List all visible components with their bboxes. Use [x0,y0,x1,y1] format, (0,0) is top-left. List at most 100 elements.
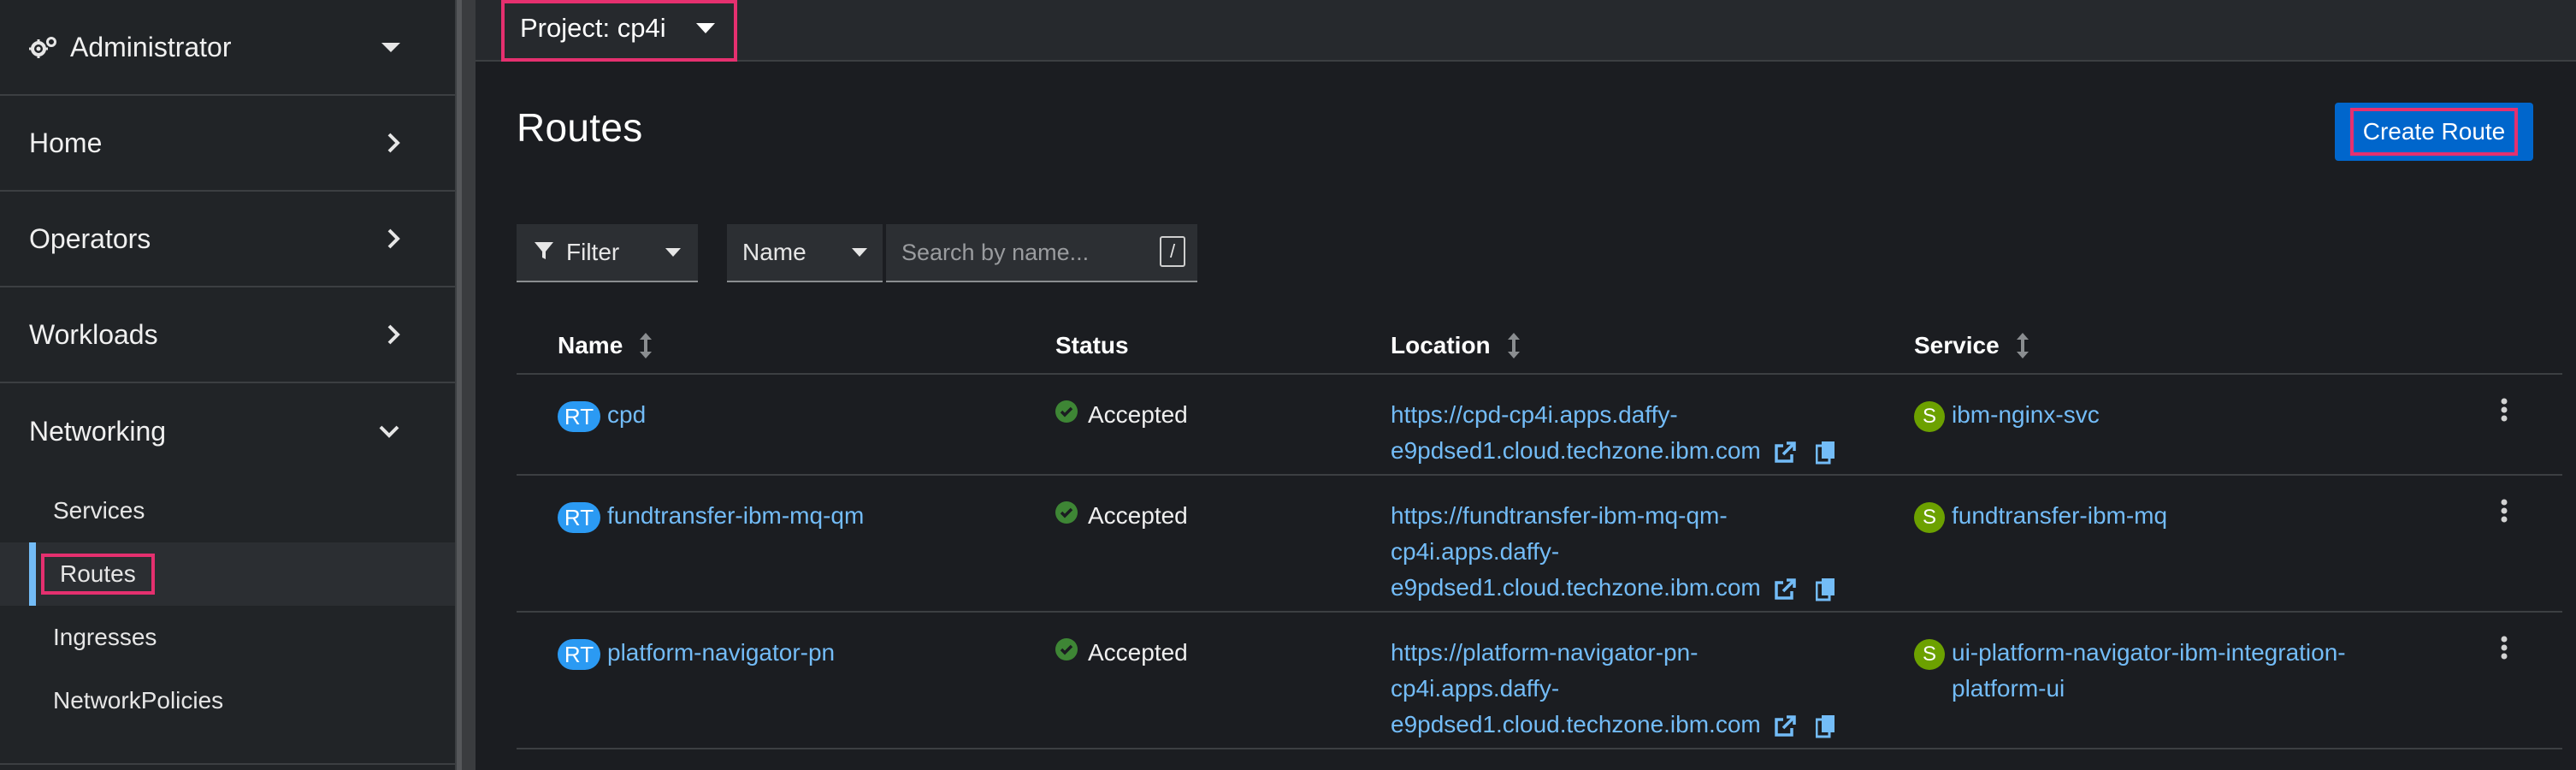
column-header-status: Status [1055,332,1129,359]
perspective-label: Administrator [70,31,232,62]
sidebar-item-label: Ingresses [53,624,157,650]
copy-icon[interactable] [1815,714,1836,738]
search-box: / [886,224,1197,282]
routes-table: Name Status Location Service RT cpd Acce… [517,318,2562,749]
console-app: Administrator Home Operators Workloads N… [0,0,2576,770]
status-text: Accepted [1088,502,1188,529]
nav-section-workloads[interactable]: Workloads [0,287,455,383]
row-actions-kebab[interactable] [2501,498,2508,524]
main-content: Project: cp4i Routes Create Route Filter… [476,0,2576,770]
project-selector[interactable]: Project: cp4i [501,0,737,62]
filter-icon [534,240,554,265]
sidebar-item-services[interactable]: Services [0,479,455,542]
column-label: Status [1055,332,1129,358]
service-badge: S [1914,501,1945,533]
service-cell: Sfundtransfer-ibm-mq [1914,498,2167,534]
nav-section-operators[interactable]: Operators [0,192,455,287]
location-link[interactable]: https://cpd-cp4i.apps.daffy- [1391,397,1836,433]
location-link[interactable]: https://platform-navigator-pn- [1391,635,1836,671]
table-header: Name Status Location Service [517,318,2562,375]
table-row: RT cpd Accepted https://cpd-cp4i.apps.daf… [517,375,2562,476]
external-link-icon[interactable] [1773,441,1797,465]
column-header-service[interactable]: Service [1914,332,2029,359]
column-header-name[interactable]: Name [558,332,653,359]
location-cell: https://platform-navigator-pn- cp4i.apps… [1391,635,1836,743]
sort-icon [2016,333,2029,358]
chevron-right-icon [387,323,400,346]
copy-icon[interactable] [1815,441,1836,465]
location-link[interactable]: e9pdsed1.cloud.techzone.ibm.com [1391,711,1761,737]
column-header-location[interactable]: Location [1391,332,1520,359]
sidebar-item-label: Routes [41,554,155,595]
status-cell: Accepted [1055,397,1188,433]
sidebar-item-networkpolicies[interactable]: NetworkPolicies [0,669,455,732]
route-badge: RT [558,638,600,670]
sidebar-item-label: Services [53,497,145,524]
filter-toolbar: Filter Name / [517,224,1197,282]
check-circle-icon [1055,635,1078,671]
location-cell: https://cpd-cp4i.apps.daffy- e9pdsed1.cl… [1391,397,1836,469]
sidebar-item-ingresses[interactable]: Ingresses [0,606,455,669]
copy-icon[interactable] [1815,578,1836,601]
sidebar-item-label: NetworkPolicies [53,687,224,714]
external-link-icon[interactable] [1773,578,1797,601]
nav-label-operators: Operators [29,222,151,254]
sort-icon [640,333,653,358]
cogs-icon [29,35,58,59]
create-route-button[interactable]: Create Route [2350,108,2518,156]
sort-icon [1507,333,1520,358]
nav-label-workloads: Workloads [29,318,158,350]
service-link[interactable]: ibm-nginx-svc [1952,397,2100,433]
page-title: Routes [517,105,643,150]
status-cell: Accepted [1055,635,1188,671]
project-bar: Project: cp4i [476,0,2576,62]
route-badge: RT [558,400,600,432]
route-name-cell: RT platform-navigator-pn [558,635,835,671]
networking-toggle[interactable]: Networking [0,383,455,479]
status-text: Accepted [1088,639,1188,666]
location-link[interactable]: e9pdsed1.cloud.techzone.ibm.com [1391,574,1761,601]
external-link-icon[interactable] [1773,714,1797,738]
location-link[interactable]: cp4i.apps.daffy- [1391,671,1836,707]
row-actions-kebab[interactable] [2501,635,2508,660]
service-link[interactable]: fundtransfer-ibm-mq [1952,498,2167,534]
table-row: RT platform-navigator-pn Accepted https:/… [517,613,2562,749]
kebab-menu-icon [2501,635,2508,660]
service-cell: Sibm-nginx-svc [1914,397,2100,433]
nav-label-networking: Networking [29,415,167,447]
kebab-menu-icon [2501,397,2508,423]
perspective-switcher[interactable]: Administrator [0,0,455,96]
check-circle-icon [1055,397,1078,433]
caret-down-icon [381,41,400,53]
search-field-label: Name [742,239,806,265]
sidebar-resize-handle[interactable] [457,0,476,770]
route-name-link[interactable]: platform-navigator-pn [607,639,835,666]
sidebar: Administrator Home Operators Workloads N… [0,0,457,770]
project-label: Project: cp4i [520,13,666,43]
route-name-link[interactable]: fundtransfer-ibm-mq-qm [607,502,864,529]
filter-label: Filter [566,239,620,265]
sidebar-item-routes[interactable]: Routes [0,542,455,606]
chevron-right-icon [387,228,400,250]
search-input[interactable] [901,239,1149,266]
column-label: Location [1391,332,1491,358]
row-actions-kebab[interactable] [2501,397,2508,423]
nav-section-home[interactable]: Home [0,96,455,192]
search-field-select[interactable]: Name [727,224,883,282]
service-cell: S ui-platform-navigator-ibm-integration-… [1914,635,2346,707]
keyboard-shortcut-hint: / [1160,236,1185,267]
route-badge: RT [558,501,600,533]
location-link[interactable]: cp4i.apps.daffy- [1391,534,1836,570]
chevron-right-icon [387,132,400,154]
filter-dropdown[interactable]: Filter [517,224,698,282]
service-link[interactable]: platform-ui [1952,675,2065,702]
location-link[interactable]: e9pdsed1.cloud.techzone.ibm.com [1391,437,1761,464]
page-header: Routes [517,104,643,151]
caret-down-icon [665,248,681,257]
table-row: RT fundtransfer-ibm-mq-qm Accepted https:… [517,476,2562,613]
route-name-link[interactable]: cpd [607,401,646,428]
caret-down-icon [696,23,715,33]
location-link[interactable]: https://fundtransfer-ibm-mq-qm- [1391,498,1836,534]
service-link[interactable]: ui-platform-navigator-ibm-integration- [1952,635,2346,671]
networking-subnav: Services Routes Ingresses NetworkPolicie… [0,479,455,732]
